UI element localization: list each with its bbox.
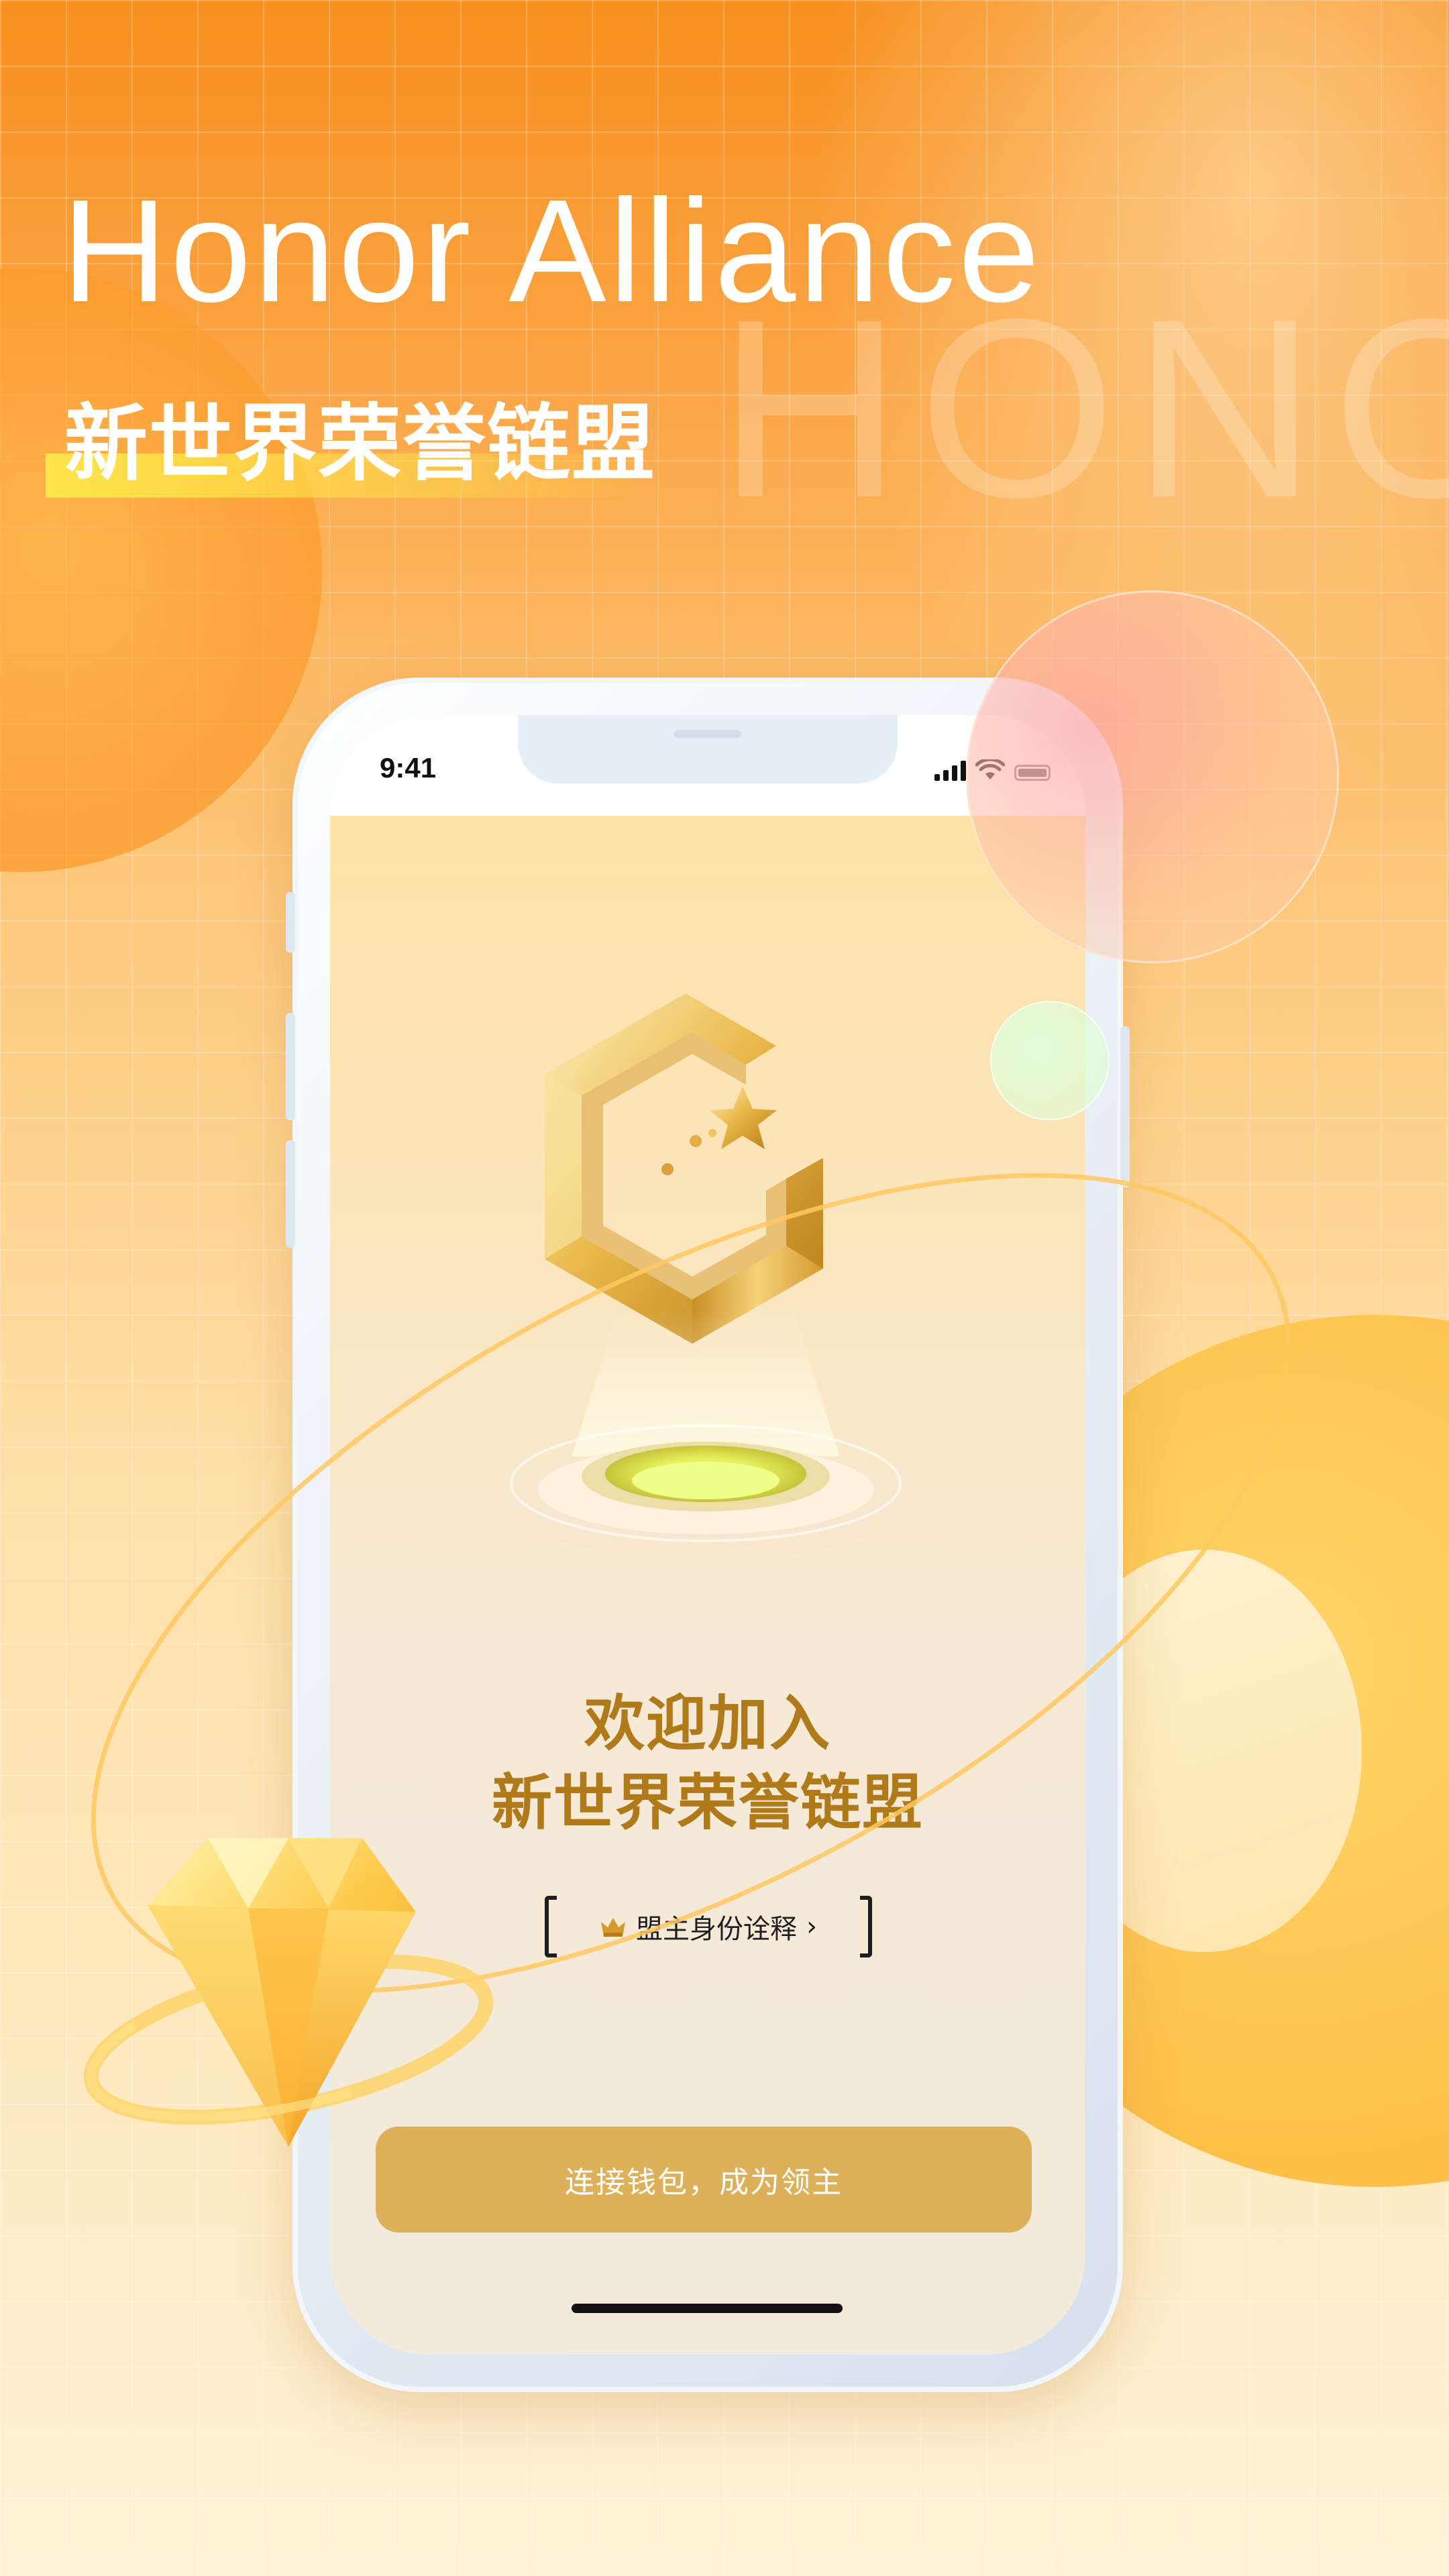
- phone-volume-up: [286, 1013, 295, 1120]
- connect-wallet-label: 连接钱包，成为领主: [565, 2165, 843, 2200]
- bracket-right: [860, 1896, 872, 1957]
- headline: Honor Alliance: [62, 170, 1042, 333]
- subheadline: 新世界荣誉链盟: [64, 396, 657, 492]
- phone-side-button: [286, 892, 295, 953]
- phone-volume-down: [286, 1140, 295, 1248]
- welcome-title-line1: 欢迎加入: [584, 1688, 831, 1759]
- bracket-left: [545, 1896, 557, 1957]
- alliance-emblem-icon: [510, 994, 902, 1561]
- decorative-bubble-pink: [966, 590, 1339, 963]
- home-indicator[interactable]: [572, 2304, 843, 2313]
- identity-link-label: 盟主身份诠释: [636, 1914, 797, 1945]
- diamond-icon: [83, 1838, 494, 2147]
- decorative-bubble-green: [990, 1001, 1110, 1120]
- poster: HONO Honor Alliance 新世界荣誉链盟 9:41 欢迎加入 新世…: [0, 0, 1449, 2576]
- speaker-grille: [674, 730, 741, 738]
- crown-icon: [601, 1918, 625, 1937]
- identity-link[interactable]: 盟主身份诠释 ›: [545, 1896, 872, 1957]
- phone-power-button: [1120, 1026, 1130, 1187]
- status-time: 9:41: [380, 752, 437, 784]
- phone-notch: [518, 715, 898, 784]
- chevron-right-icon: ›: [806, 1911, 817, 1942]
- signal-icon: [934, 759, 966, 781]
